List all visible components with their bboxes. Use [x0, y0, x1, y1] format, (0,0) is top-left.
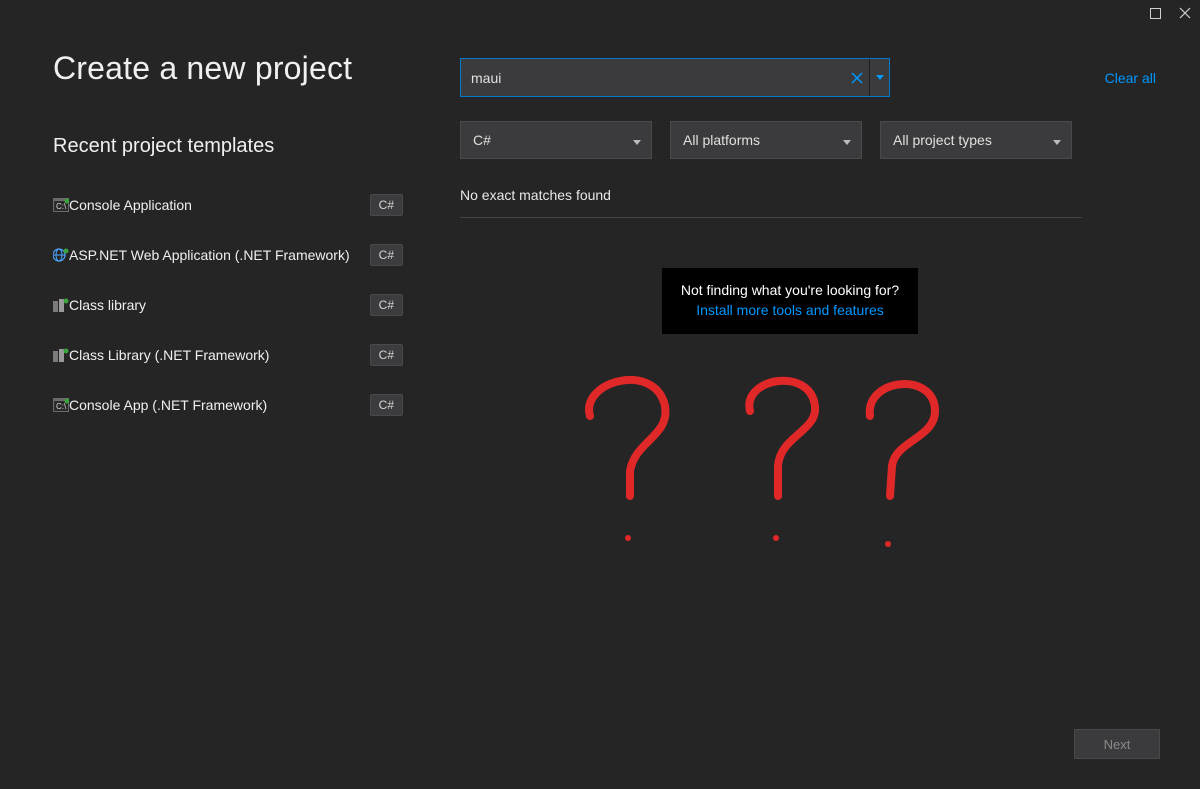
console-icon: C:\ — [53, 197, 69, 213]
next-button[interactable]: Next — [1074, 729, 1160, 759]
language-filter-select[interactable]: C# — [460, 121, 652, 159]
recent-templates-list: C:\ Console Application C# ASP.NET Web A… — [53, 194, 460, 416]
class-library-icon — [53, 297, 69, 313]
language-tag: C# — [370, 194, 403, 216]
recent-template-item[interactable]: Class library C# — [53, 294, 403, 316]
platform-filter-select[interactable]: All platforms — [670, 121, 862, 159]
language-filter-label: C# — [473, 132, 491, 148]
page-title: Create a new project — [53, 50, 460, 87]
recent-template-item[interactable]: C:\ Console Application C# — [53, 194, 403, 216]
template-name: Console Application — [69, 197, 370, 213]
template-search-input[interactable] — [461, 59, 845, 96]
svg-text:C:\: C:\ — [56, 402, 67, 411]
platform-filter-label: All platforms — [683, 132, 760, 148]
language-tag: C# — [370, 294, 403, 316]
install-more-tools-link[interactable]: Install more tools and features — [672, 302, 908, 318]
search-dropdown-button[interactable] — [869, 59, 889, 96]
search-clear-button[interactable] — [845, 59, 869, 96]
chevron-down-icon — [1053, 132, 1061, 148]
language-tag: C# — [370, 244, 403, 266]
not-finding-text: Not finding what you're looking for? — [672, 282, 908, 298]
chevron-down-icon — [843, 132, 851, 148]
template-search-wrap — [460, 58, 890, 97]
template-name: Console App (.NET Framework) — [69, 397, 370, 413]
project-type-filter-select[interactable]: All project types — [880, 121, 1072, 159]
not-finding-panel: Not finding what you're looking for? Ins… — [662, 268, 918, 334]
chevron-down-icon — [633, 132, 641, 148]
search-status-message: No exact matches found — [460, 187, 1082, 218]
console-icon: C:\ — [53, 397, 69, 413]
clear-all-link[interactable]: Clear all — [1105, 70, 1160, 86]
window-close-button[interactable] — [1170, 0, 1200, 26]
window-maximize-button[interactable] — [1140, 0, 1170, 26]
recent-template-item[interactable]: ASP.NET Web Application (.NET Framework)… — [53, 244, 403, 266]
template-name: Class library — [69, 297, 370, 313]
question-marks-annotation — [520, 366, 960, 566]
template-name: ASP.NET Web Application (.NET Framework) — [69, 247, 370, 263]
language-tag: C# — [370, 394, 403, 416]
template-name: Class Library (.NET Framework) — [69, 347, 370, 363]
svg-text:C:\: C:\ — [56, 202, 67, 211]
window-titlebar — [0, 0, 1200, 28]
class-library-icon — [53, 347, 69, 363]
web-app-icon — [53, 247, 69, 263]
recent-templates-heading: Recent project templates — [53, 135, 460, 158]
language-tag: C# — [370, 344, 403, 366]
recent-template-item[interactable]: C:\ Console App (.NET Framework) C# — [53, 394, 403, 416]
recent-template-item[interactable]: Class Library (.NET Framework) C# — [53, 344, 403, 366]
project-type-filter-label: All project types — [893, 132, 992, 148]
